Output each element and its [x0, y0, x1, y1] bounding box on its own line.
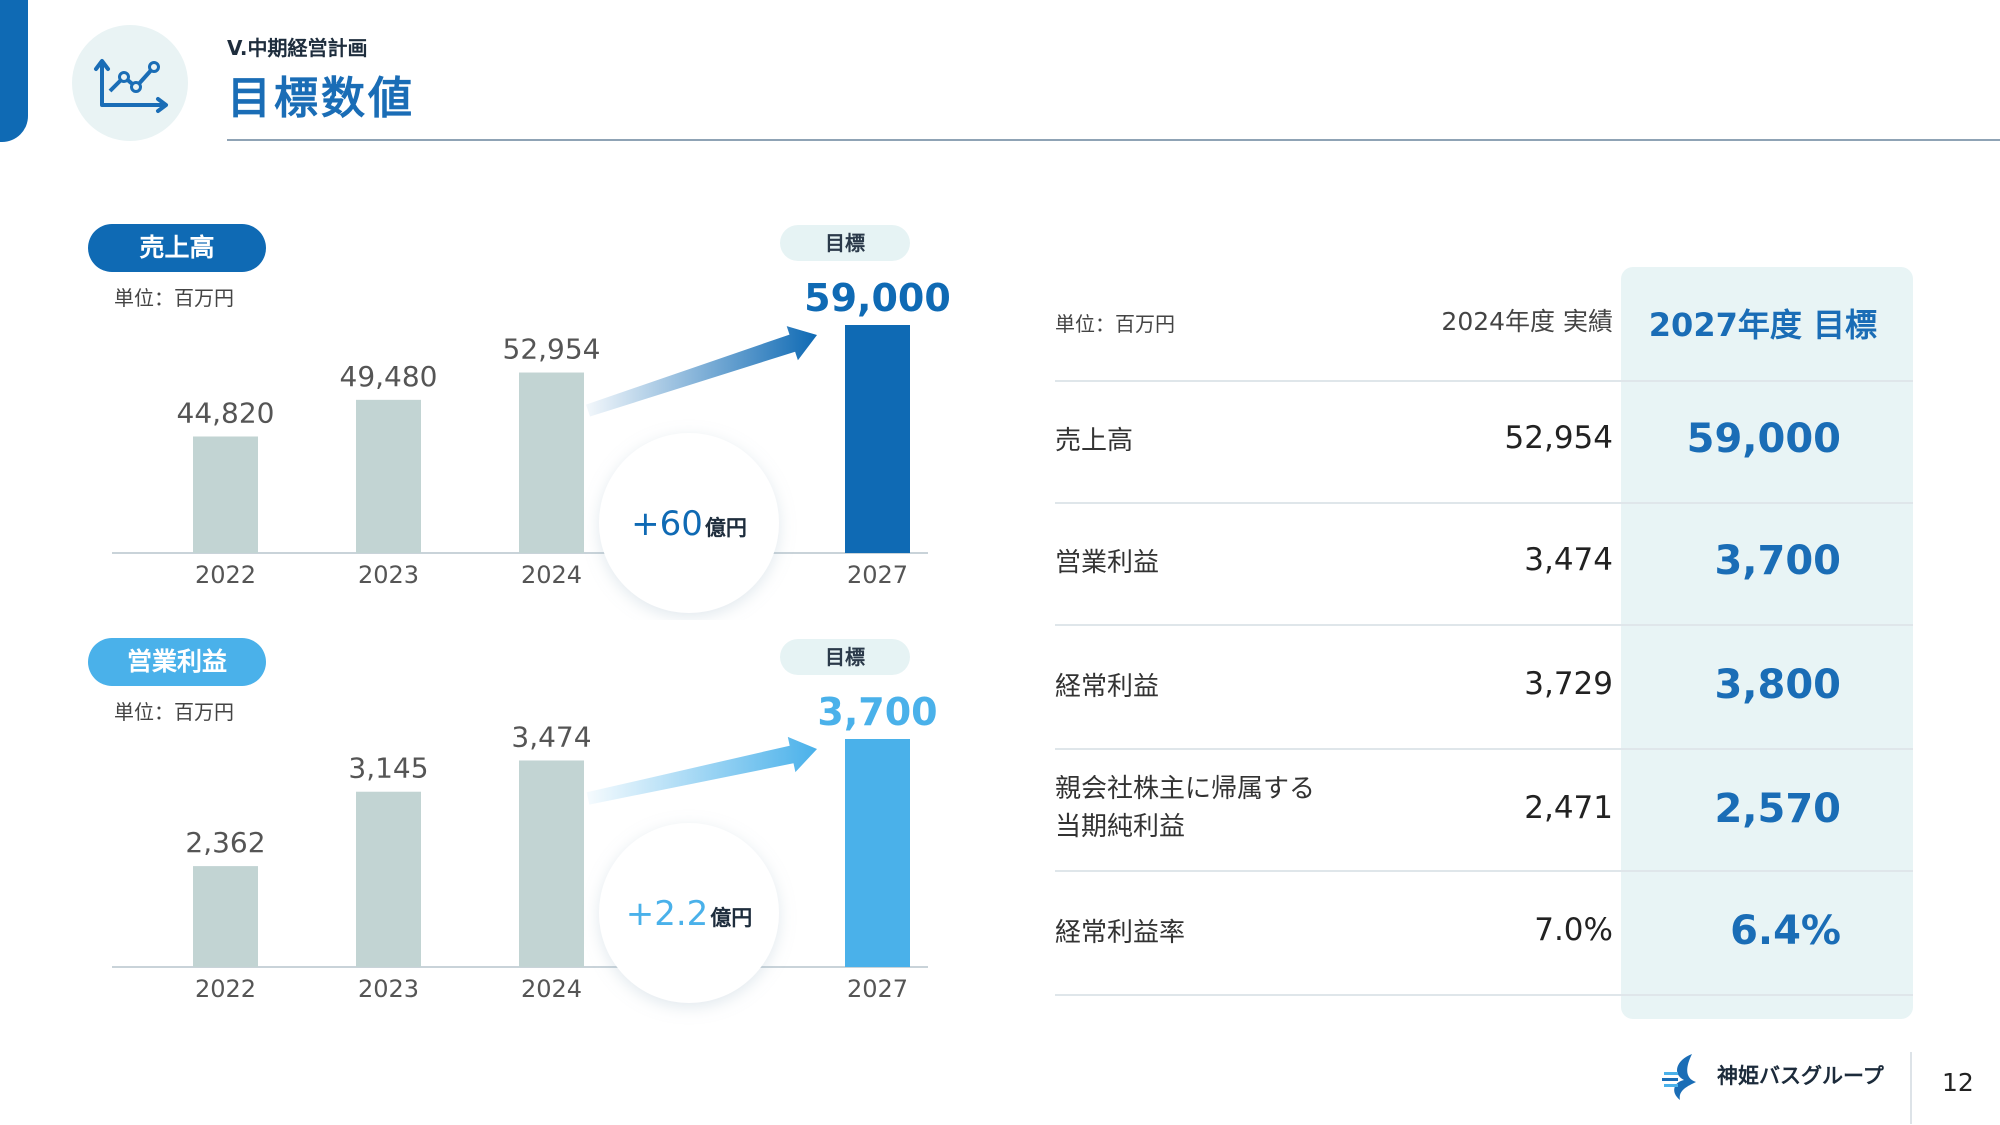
sales-bar-2024 [519, 372, 584, 553]
operating-income-value-label-2023: 3,145 [348, 752, 428, 785]
company-name: 神姫バスグループ [1717, 1064, 1884, 1088]
row-actual-value: 2,471 [1524, 790, 1613, 826]
sales-value-label-2023: 49,480 [340, 360, 438, 393]
column-header-actual: 2024年度 実績 [1441, 307, 1613, 336]
operating-income-bar-2022 [193, 866, 258, 967]
sales-bar-2023 [356, 399, 421, 553]
operating-income-difference-value: +2.2 [626, 894, 709, 934]
operating-income-value-label-2027: 3,700 [817, 690, 937, 734]
row-target-value: 59,000 [1686, 416, 1841, 462]
page-title: 目標数値 [227, 73, 415, 124]
operating-income-category-label-2027: 2027 [847, 975, 908, 1003]
sales-growth-arrow [586, 326, 817, 417]
operating-income-bar-2024 [519, 760, 584, 967]
operating-income-bar-2023 [356, 791, 421, 967]
operating-income-category-label-2023: 2023 [358, 975, 419, 1003]
table-row: 経常利益率 7.0% 6.4% [1055, 870, 1913, 994]
header-divider [227, 139, 2000, 141]
sales-value-label-2024: 52,954 [503, 333, 601, 366]
sales-bar-2027 [845, 325, 910, 553]
operating-income-category-label-2024: 2024 [521, 975, 582, 1003]
sales-bar-2022 [193, 436, 258, 553]
page-number: 12 [1942, 1068, 1974, 1097]
operating-income-difference-unit: 億円 [710, 906, 752, 930]
row-target-value: 6.4% [1730, 908, 1841, 954]
row-label-line2: 当期純利益 [1055, 812, 1186, 842]
sales-category-label-2023: 2023 [358, 561, 419, 589]
operating-income-chart-svg: 2,362 2022 3,145 2023 3,474 2024 3,700 2027 +2.2… [112, 690, 938, 1003]
table-unit: 単位：百万円 [1055, 312, 1175, 336]
operating-income-category-label-2022: 2022 [195, 975, 256, 1003]
operating-income-value-label-2024: 3,474 [511, 720, 591, 753]
table-row: 経常利益 3,729 3,800 [1055, 624, 1913, 748]
table-divider [1055, 994, 1913, 996]
row-actual-value: 3,474 [1524, 542, 1613, 578]
corner-accent [0, 0, 28, 142]
row-label: 売上高 [1055, 426, 1134, 456]
sales-difference-unit: 億円 [705, 516, 747, 540]
sales-category-label-2022: 2022 [195, 561, 256, 589]
row-label-line1: 親会社株主に帰属する [1055, 774, 1316, 804]
operating-income-chart: 営業利益 単位：百万円 目標 2,362 2022 3,145 2023 3,474 20… [80, 634, 960, 1034]
row-target-value: 2,570 [1714, 786, 1841, 832]
row-label: 営業利益 [1055, 548, 1160, 578]
row-label: 経常利益率 [1055, 918, 1186, 948]
sales-value-label-2027: 59,000 [804, 276, 951, 320]
row-actual-value: 52,954 [1504, 420, 1613, 456]
company-logo: 神姫バスグループ [1662, 1052, 1884, 1102]
column-header-target: 2027年度 目標 [1648, 306, 1877, 344]
operating-income-bar-2027 [845, 739, 910, 967]
table-row: 売上高 52,954 59,000 [1055, 380, 1913, 502]
row-actual-value: 7.0% [1534, 912, 1613, 948]
sales-category-label-2024: 2024 [521, 561, 582, 589]
sales-chart-svg: 44,820 2022 49,480 2023 52,954 2024 59,000 2027… [112, 276, 951, 613]
targets-table: 単位：百万円 2024年度 実績 2027年度 目標 売上高 52,954 59… [1055, 264, 1913, 1019]
row-actual-value: 3,729 [1524, 666, 1613, 702]
sales-chart: 売上高 単位：百万円 目標 44,820 2022 49,480 2023 52,954… [80, 220, 960, 620]
company-logo-icon [1662, 1054, 1696, 1100]
row-target-value: 3,700 [1714, 538, 1841, 584]
row-label: 経常利益 [1055, 672, 1160, 702]
section-label: V.中期経営計画 [227, 36, 368, 60]
operating-income-growth-arrow [586, 736, 817, 805]
chart-line-icon [72, 25, 188, 141]
operating-income-value-label-2022: 2,362 [185, 826, 265, 859]
row-target-value: 3,800 [1714, 662, 1841, 708]
sales-category-label-2027: 2027 [847, 561, 908, 589]
sales-value-label-2022: 44,820 [177, 396, 275, 429]
footer-divider [1910, 1052, 1912, 1124]
table-row: 親会社株主に帰属する 当期純利益 2,471 2,570 [1055, 748, 1913, 870]
table-row: 営業利益 3,474 3,700 [1055, 502, 1913, 624]
sales-difference-value: +60 [631, 504, 703, 544]
